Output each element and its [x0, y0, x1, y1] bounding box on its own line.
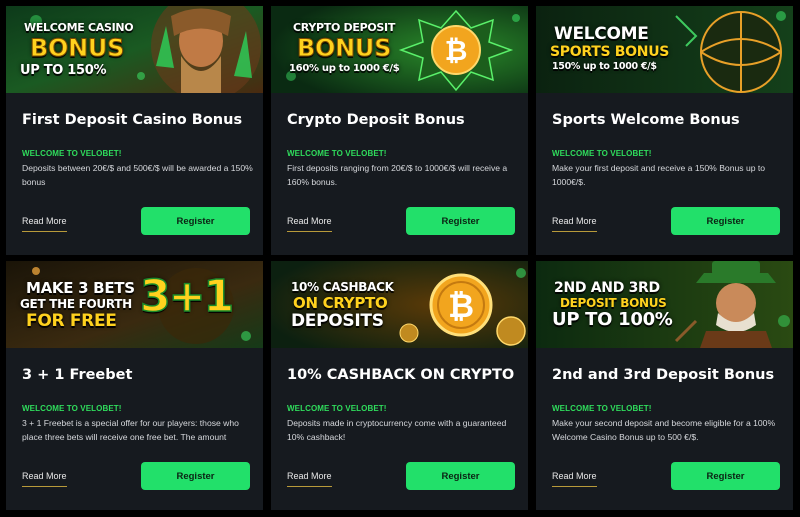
card-description: 3 + 1 Freebet is a special offer for our… — [22, 418, 239, 442]
banner-line-1: 2nd and 3rd — [554, 280, 660, 296]
banner-line-2: Deposit Bonus — [560, 296, 667, 310]
promo-banner-image: Welcome Casino Bonus Up to 150% — [6, 6, 263, 93]
card-tag: WELCOME TO VELOBET! — [552, 404, 652, 413]
card-title: Crypto Deposit Bonus — [287, 112, 465, 128]
banner-line-2: On crypto — [293, 294, 388, 312]
card-title: Sports Welcome Bonus — [552, 112, 740, 128]
read-more-link[interactable]: Read More — [287, 216, 332, 232]
register-button[interactable]: Register — [671, 207, 780, 235]
card-tag: WELCOME TO VELOBET! — [22, 149, 122, 158]
register-button[interactable]: Register — [141, 207, 250, 235]
banner-line-3: 160% up to 1000 €/$ — [289, 63, 400, 74]
banner-line-1: Make 3 bets — [26, 279, 135, 297]
svg-text:₿: ₿ — [448, 287, 474, 325]
card-title: 10% CASHBACK ON CRYPTO ... — [287, 367, 515, 383]
card-title: First Deposit Casino Bonus — [22, 112, 243, 128]
banner-line-3: For free — [26, 311, 117, 331]
promo-banner-image: 2nd and 3rd Deposit Bonus Up to 100% — [536, 261, 793, 348]
card-title: 2nd and 3rd Deposit Bonus U... — [552, 367, 780, 383]
banner-line-1: Welcome — [554, 24, 649, 44]
card-description: Deposits between 20€/$ and 500€/$ will b… — [22, 163, 253, 187]
banner-line-1: Crypto Deposit — [293, 21, 396, 34]
register-button[interactable]: Register — [671, 462, 780, 490]
banner-line-2: Bonus — [296, 34, 392, 62]
promo-banner-image: ₿ 10% Cashback On crypto Deposits — [271, 261, 528, 348]
promo-banner-image: ₿ Crypto Deposit Bonus 160% up to 1000 €… — [271, 6, 528, 93]
read-more-link[interactable]: Read More — [552, 471, 597, 487]
card-description: Deposits made in cryptocurrency come wit… — [287, 418, 507, 442]
promo-card-crypto-cashback: ₿ 10% Cashback On crypto Deposits 10% CA… — [271, 261, 528, 510]
banner-line-2: Bonus — [29, 34, 125, 62]
promo-card-sports-welcome: Welcome Sports Bonus 150% up to 1000 €/$… — [536, 6, 793, 255]
banner-badge: 3+1 — [139, 271, 235, 322]
promo-card-crypto-deposit: ₿ Crypto Deposit Bonus 160% up to 1000 €… — [271, 6, 528, 255]
read-more-link[interactable]: Read More — [552, 216, 597, 232]
svg-text:₿: ₿ — [445, 34, 468, 67]
card-tag: WELCOME TO VELOBET! — [287, 149, 387, 158]
promo-card-first-deposit-casino: Welcome Casino Bonus Up to 150% First De… — [6, 6, 263, 255]
promo-banner-image: Welcome Sports Bonus 150% up to 1000 €/$ — [536, 6, 793, 93]
promo-card-3-plus-1-freebet: 3+1 Make 3 bets Get the fourth For free … — [6, 261, 263, 510]
card-description: Make your first deposit and receive a 15… — [552, 163, 766, 187]
banner-line-3: 150% up to 1000 €/$ — [552, 61, 657, 72]
card-tag: WELCOME TO VELOBET! — [22, 404, 122, 413]
register-button[interactable]: Register — [406, 207, 515, 235]
register-button[interactable]: Register — [406, 462, 515, 490]
banner-line-2: Get the fourth — [20, 297, 132, 311]
card-title: 3 + 1 Freebet — [22, 367, 133, 383]
card-tag: WELCOME TO VELOBET! — [287, 404, 387, 413]
card-description: First deposits ranging from 20€/$ to 100… — [287, 163, 508, 187]
card-description: Make your second deposit and become elig… — [552, 418, 776, 442]
banner-line-3: Deposits — [291, 311, 384, 331]
banner-line-2: Sports Bonus — [550, 44, 670, 60]
promo-card-2nd-3rd-deposit: 2nd and 3rd Deposit Bonus Up to 100% 2nd… — [536, 261, 793, 510]
card-tag: WELCOME TO VELOBET! — [552, 149, 652, 158]
banner-line-1: Welcome Casino — [24, 21, 134, 34]
read-more-link[interactable]: Read More — [287, 471, 332, 487]
banner-line-1: 10% Cashback — [291, 280, 394, 294]
promo-banner-image: 3+1 Make 3 bets Get the fourth For free — [6, 261, 263, 348]
read-more-link[interactable]: Read More — [22, 216, 67, 232]
read-more-link[interactable]: Read More — [22, 471, 67, 487]
register-button[interactable]: Register — [141, 462, 250, 490]
banner-line-3: Up to 100% — [552, 309, 673, 330]
banner-line-3: Up to 150% — [20, 63, 107, 78]
